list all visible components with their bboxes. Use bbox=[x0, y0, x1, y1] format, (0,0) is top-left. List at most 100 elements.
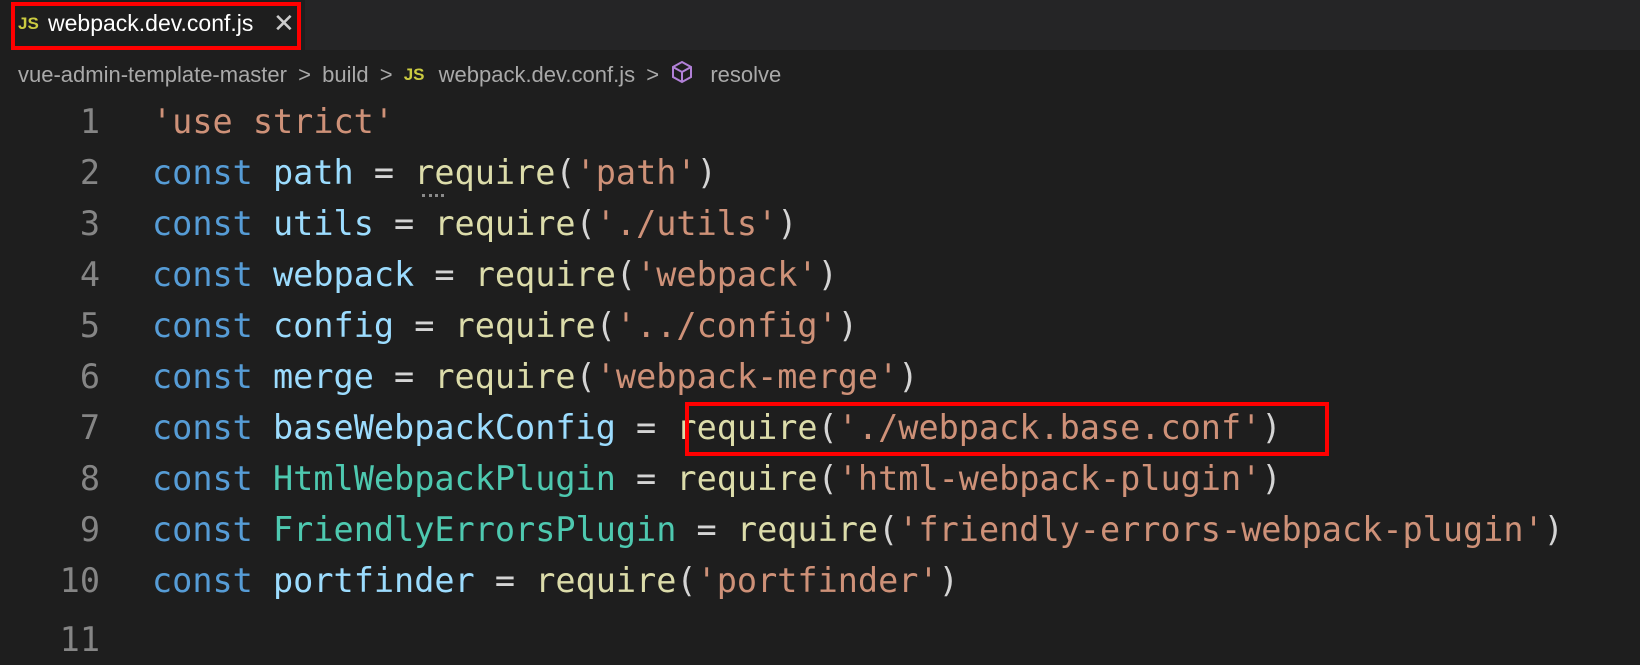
editor-tab-bar: JS webpack.dev.conf.js ✕ bbox=[0, 0, 1640, 50]
code-token: = bbox=[353, 153, 415, 192]
code-token: ( bbox=[595, 306, 616, 345]
tab-highlight-box bbox=[11, 2, 301, 50]
code-token: ( bbox=[817, 459, 838, 498]
code-token: const bbox=[152, 510, 253, 549]
code-text[interactable]: 'use strict' bbox=[152, 96, 394, 147]
line-number: 1 bbox=[79, 102, 100, 141]
code-token: 'friendly-errors-webpack-plugin' bbox=[898, 510, 1544, 549]
code-line[interactable]: 3 const utils = require('./utils') bbox=[0, 198, 1640, 249]
code-token: const bbox=[152, 255, 253, 294]
code-line[interactable]: 6 const merge = require('webpack-merge') bbox=[0, 351, 1640, 402]
require-highlight-box bbox=[685, 402, 1329, 456]
code-token: const bbox=[152, 357, 253, 396]
code-token: ( bbox=[575, 204, 596, 243]
code-token: portfinder bbox=[273, 561, 475, 600]
hint-underline bbox=[422, 190, 444, 197]
line-number: 6 bbox=[79, 357, 100, 396]
code-line[interactable]: 1 'use strict' bbox=[0, 96, 1640, 147]
code-token: require bbox=[454, 306, 596, 345]
code-token: require bbox=[535, 561, 677, 600]
code-token: ( bbox=[555, 153, 576, 192]
line-number: 11 bbox=[59, 620, 100, 659]
code-token: 'html-webpack-plugin' bbox=[837, 459, 1262, 498]
code-token: HtmlWebpackPlugin bbox=[273, 459, 616, 498]
code-text[interactable]: const utils = require('./utils') bbox=[152, 198, 797, 249]
code-line[interactable]: 2 const path = require('path') bbox=[0, 147, 1640, 198]
code-token: const bbox=[152, 153, 253, 192]
code-token: ( bbox=[878, 510, 899, 549]
code-token: const bbox=[152, 204, 253, 243]
code-token: webpack bbox=[273, 255, 415, 294]
code-token: config bbox=[273, 306, 395, 345]
chevron-right-icon: > bbox=[646, 62, 660, 87]
chevron-right-icon: > bbox=[298, 62, 311, 87]
code-line[interactable]: 10 const portfinder = require('portfinder… bbox=[0, 555, 1640, 606]
code-token: ) bbox=[777, 204, 798, 243]
code-line[interactable]: 8 const HtmlWebpackPlugin = require('html… bbox=[0, 453, 1640, 504]
code-token: = bbox=[394, 306, 455, 345]
code-text[interactable]: const webpack = require('webpack') bbox=[152, 249, 838, 300]
code-text[interactable]: const portfinder = require('portfinder') bbox=[152, 555, 959, 606]
code-text[interactable]: const config = require('../config') bbox=[152, 300, 858, 351]
code-token: require bbox=[676, 459, 818, 498]
code-token: 'portfinder' bbox=[696, 561, 939, 600]
code-text[interactable]: const merge = require('webpack-merge') bbox=[152, 351, 918, 402]
breadcrumb-item-folder-build[interactable]: build bbox=[322, 62, 368, 88]
code-token: utils bbox=[273, 204, 374, 243]
code-token: const bbox=[152, 561, 253, 600]
code-token: = bbox=[474, 561, 536, 600]
line-number: 7 bbox=[79, 408, 100, 447]
code-token: FriendlyErrorsPlugin bbox=[273, 510, 677, 549]
code-token: ( bbox=[676, 561, 697, 600]
line-number: 4 bbox=[79, 255, 100, 294]
code-token: = bbox=[373, 357, 435, 396]
line-number: 3 bbox=[79, 204, 100, 243]
code-line[interactable]: 4 const webpack = require('webpack') bbox=[0, 249, 1640, 300]
breadcrumb-item-symbol[interactable]: resolve bbox=[710, 62, 781, 88]
cube-icon bbox=[670, 60, 694, 90]
javascript-file-icon: JS bbox=[403, 65, 425, 84]
code-token: ) bbox=[696, 153, 717, 192]
breadcrumb-item-file[interactable]: webpack.dev.conf.js bbox=[439, 62, 635, 88]
code-line[interactable]: 9 const FriendlyErrorsPlugin = require('f… bbox=[0, 504, 1640, 555]
code-text[interactable]: const FriendlyErrorsPlugin = require('fr… bbox=[152, 504, 1564, 555]
line-number: 8 bbox=[79, 459, 100, 498]
code-token: 'webpack-merge' bbox=[595, 357, 899, 396]
code-token: ) bbox=[898, 357, 919, 396]
code-token: = bbox=[373, 204, 435, 243]
code-token: ( bbox=[615, 255, 637, 294]
code-token: require bbox=[736, 510, 879, 549]
code-token: merge bbox=[273, 357, 374, 396]
breadcrumb-item-folder-root[interactable]: vue-admin-template-master bbox=[18, 62, 287, 88]
line-number: 9 bbox=[79, 510, 100, 549]
code-line[interactable]: 11 bbox=[0, 606, 1640, 659]
code-token: = bbox=[615, 408, 677, 447]
code-token: 'path' bbox=[575, 153, 697, 192]
line-number: 5 bbox=[79, 306, 100, 345]
code-token: const bbox=[152, 306, 253, 345]
code-token: ) bbox=[837, 306, 858, 345]
code-text[interactable]: const HtmlWebpackPlugin = require('html-… bbox=[152, 453, 1281, 504]
code-token: '../config' bbox=[615, 306, 838, 345]
breadcrumb: vue-admin-template-master > build > JS w… bbox=[18, 60, 781, 92]
code-token: 'use strict' bbox=[152, 102, 395, 141]
code-token: = bbox=[615, 459, 677, 498]
code-token: path bbox=[273, 153, 354, 192]
code-token: ( bbox=[575, 357, 596, 396]
code-token: = bbox=[676, 510, 737, 549]
code-token: ) bbox=[1543, 510, 1564, 549]
code-token: './utils' bbox=[595, 204, 778, 243]
line-number: 10 bbox=[59, 561, 100, 600]
code-editor[interactable]: 1'use strict' 2 const path = require('path… bbox=[0, 96, 1640, 659]
code-line[interactable]: 5 const config = require('../config') bbox=[0, 300, 1640, 351]
line-number: 2 bbox=[79, 153, 100, 192]
code-token: baseWebpackConfig bbox=[273, 408, 616, 447]
